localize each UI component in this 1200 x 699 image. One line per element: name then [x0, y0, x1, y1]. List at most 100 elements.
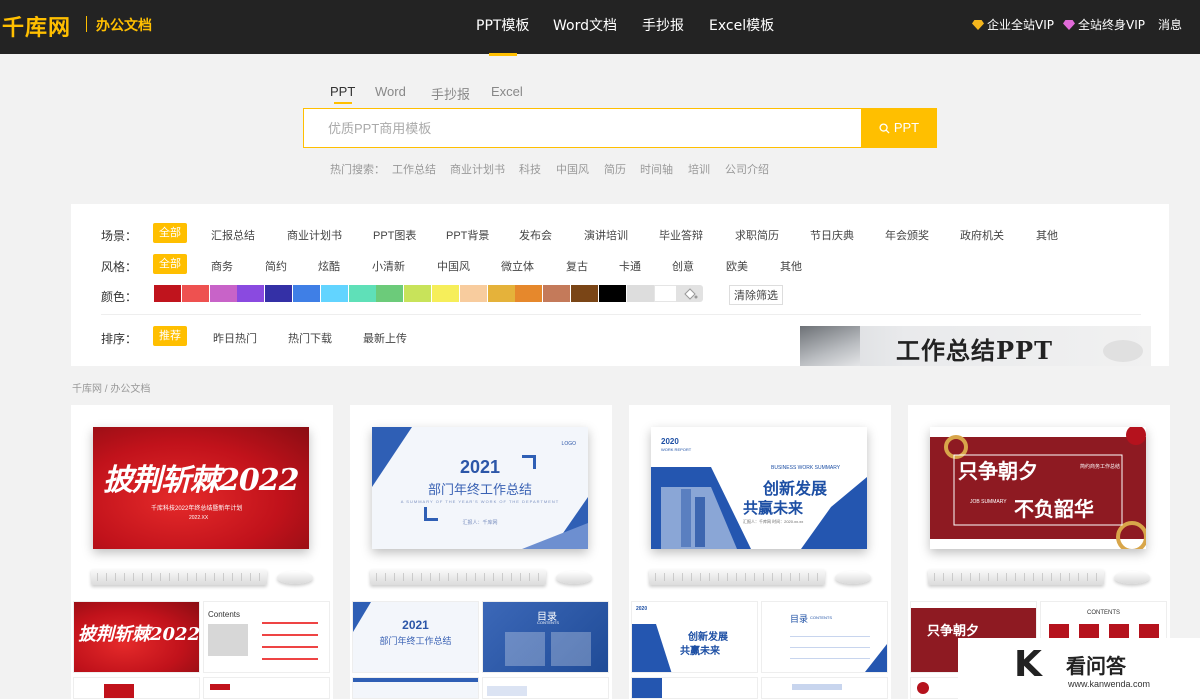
nav-ppt[interactable]: PPT模板 — [476, 15, 529, 56]
paint-bucket-icon[interactable] — [676, 285, 703, 302]
slide-thumbnail[interactable] — [482, 677, 609, 699]
slide-thumbnail[interactable] — [352, 677, 479, 699]
scene-filter[interactable]: 毕业答辩 — [659, 227, 703, 243]
color-swatch[interactable] — [181, 285, 209, 302]
hot-search-item[interactable]: 中国风 — [556, 161, 589, 177]
color-swatch[interactable] — [571, 285, 598, 302]
scene-filter[interactable]: 节日庆典 — [810, 227, 854, 243]
hot-search-item[interactable]: 简历 — [604, 161, 626, 177]
nav-excel[interactable]: Excel模板 — [709, 15, 774, 35]
nav-word[interactable]: Word文档 — [553, 15, 617, 35]
style-filter[interactable]: 复古 — [566, 258, 588, 274]
template-card[interactable]: 2020 WORK REPORT BUSINESS WORK SUMMARY 创… — [629, 405, 891, 699]
scene-filter[interactable]: 商业计划书 — [287, 227, 342, 243]
search-input[interactable] — [304, 109, 861, 147]
hot-search-item[interactable]: 工作总结 — [392, 161, 436, 177]
slide-thumbnail[interactable]: Contents — [203, 601, 330, 673]
color-swatch[interactable] — [626, 285, 654, 302]
style-filter[interactable]: 简约 — [265, 258, 287, 274]
color-swatch[interactable] — [432, 285, 459, 302]
scene-filter[interactable]: 汇报总结 — [211, 227, 255, 243]
template-card[interactable]: LOGO 2021 部门年终工作总结 A SUMMARY OF THE YEAR… — [350, 405, 612, 699]
sort-yesterday-hot[interactable]: 昨日热门 — [213, 330, 257, 346]
search-tab-word[interactable]: Word — [375, 84, 406, 99]
scene-filter[interactable]: PPT图表 — [373, 227, 416, 243]
thumb-list — [262, 616, 318, 666]
cover-date: 2022.XX — [189, 515, 209, 521]
keyboard-image — [370, 569, 546, 585]
slide-thumbnail[interactable]: 2021 部门年终工作总结 — [352, 601, 479, 673]
site-logo[interactable]: 千库网 — [2, 10, 71, 42]
color-swatch[interactable] — [265, 285, 293, 302]
hot-search-item[interactable]: 公司介绍 — [725, 161, 769, 177]
slide-thumbnail[interactable] — [631, 677, 758, 699]
section-title[interactable]: 办公文档 — [96, 15, 152, 35]
color-swatch[interactable] — [348, 285, 376, 302]
search-tab-ppt[interactable]: PPT — [330, 84, 355, 104]
hot-search-item[interactable]: 科技 — [519, 161, 541, 177]
color-swatch[interactable] — [154, 285, 181, 302]
slide-thumbnail[interactable] — [761, 677, 888, 699]
style-filter[interactable]: 卡通 — [619, 258, 641, 274]
promo-banner[interactable]: 工作总结PPT — [800, 326, 1151, 366]
style-filter[interactable]: 中国风 — [437, 258, 470, 274]
color-swatch[interactable] — [209, 285, 237, 302]
color-swatch[interactable] — [459, 285, 487, 302]
cover-report-label: WORK REPORT — [661, 447, 692, 452]
sort-latest-upload[interactable]: 最新上传 — [363, 330, 407, 346]
thumb-photo — [208, 624, 248, 656]
thumb-toc-en: CONTENTS — [810, 615, 832, 620]
style-filter[interactable]: 欧美 — [726, 258, 748, 274]
style-filter[interactable]: 小清新 — [372, 258, 405, 274]
messages-link[interactable]: 消息 — [1158, 16, 1182, 33]
scene-filter[interactable]: 政府机关 — [960, 227, 1004, 243]
style-filter[interactable]: 创意 — [672, 258, 694, 274]
sort-hot-download[interactable]: 热门下载 — [288, 330, 332, 346]
slide-thumbnail[interactable] — [203, 677, 330, 699]
nav-handcopy[interactable]: 手抄报 — [642, 15, 684, 35]
color-swatch[interactable] — [515, 285, 543, 302]
clear-filter-button[interactable]: 清除筛选 — [729, 285, 783, 305]
scene-filter[interactable]: 发布会 — [519, 227, 552, 243]
search-button[interactable]: PPT — [861, 108, 937, 148]
slide-thumbnail[interactable]: 目录 CONTENTS — [482, 601, 609, 673]
style-filter[interactable]: 炫酷 — [318, 258, 340, 274]
scene-filter[interactable]: 其他 — [1036, 227, 1058, 243]
color-swatch[interactable] — [320, 285, 348, 302]
template-cover[interactable]: 只争朝夕 不负韶华 简约商务工作总结 JOB SUMMARY — [930, 427, 1146, 549]
color-swatch[interactable] — [376, 285, 404, 302]
sort-recommend[interactable]: 推荐 — [153, 326, 187, 346]
hot-search-item[interactable]: 培训 — [688, 161, 710, 177]
style-filter[interactable]: 微立体 — [501, 258, 534, 274]
style-filter[interactable]: 其他 — [780, 258, 802, 274]
hot-search-item[interactable]: 商业计划书 — [450, 161, 505, 177]
hot-search-item[interactable]: 时间轴 — [640, 161, 673, 177]
color-swatch[interactable] — [404, 285, 432, 302]
template-cover[interactable]: LOGO 2021 部门年终工作总结 A SUMMARY OF THE YEAR… — [372, 427, 588, 549]
slide-thumbnail[interactable] — [73, 677, 200, 699]
style-filter[interactable]: 商务 — [211, 258, 233, 274]
slide-thumbnail[interactable]: 披荆斩棘2022 — [73, 601, 200, 673]
slide-thumbnail[interactable]: 创新发展 共赢未来 2020 — [631, 601, 758, 673]
cover-title: 只争朝夕 — [958, 459, 1038, 483]
scene-filter[interactable]: 年会颁奖 — [885, 227, 929, 243]
cover-reporter: 汇报人：千库网 — [462, 520, 498, 526]
slide-thumbnail[interactable]: 目录 CONTENTS — [761, 601, 888, 673]
lifetime-vip-link[interactable]: 全站终身VIP — [1063, 16, 1145, 33]
color-swatch[interactable] — [598, 285, 626, 302]
color-swatch[interactable] — [237, 285, 265, 302]
search-tab-handcopy[interactable]: 手抄报 — [431, 84, 470, 103]
color-swatch[interactable] — [543, 285, 571, 302]
color-swatch[interactable] — [293, 285, 320, 302]
color-swatch[interactable] — [487, 285, 515, 302]
template-cover[interactable]: 披荆斩棘2022 千库科技2022年终总结暨新年计划 2022.XX — [93, 427, 309, 549]
template-card[interactable]: 披荆斩棘2022 千库科技2022年终总结暨新年计划 2022.XX 披荆斩棘2… — [71, 405, 333, 699]
scene-filter[interactable]: PPT背景 — [446, 227, 489, 243]
scene-filter[interactable]: 求职简历 — [735, 227, 779, 243]
search-tab-excel[interactable]: Excel — [491, 84, 523, 99]
scene-filter[interactable]: 演讲培训 — [584, 227, 628, 243]
enterprise-vip-link[interactable]: 企业全站VIP — [972, 16, 1054, 33]
scene-filter-all[interactable]: 全部 — [153, 223, 187, 243]
style-filter-all[interactable]: 全部 — [153, 254, 187, 274]
template-cover[interactable]: 2020 WORK REPORT BUSINESS WORK SUMMARY 创… — [651, 427, 867, 549]
